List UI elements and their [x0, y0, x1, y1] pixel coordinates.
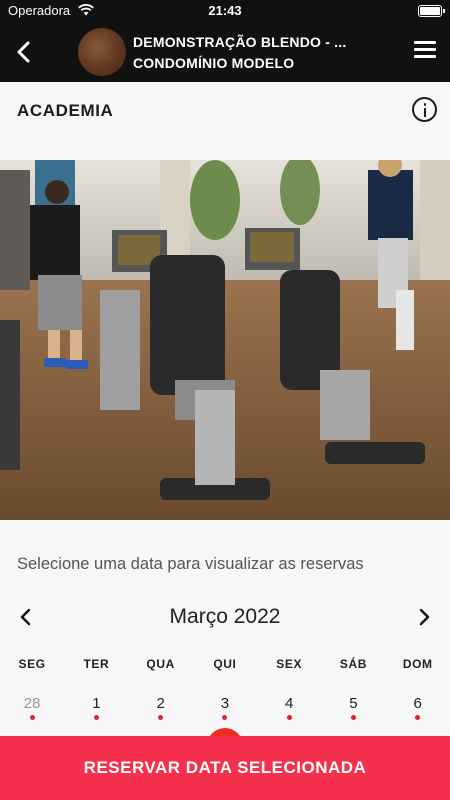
app-header: DEMONSTRAÇÃO BLENDO - ... CONDOMÍNIO MOD…: [0, 22, 450, 82]
month-label: Março 2022: [169, 605, 281, 628]
day-number: 5: [349, 695, 358, 712]
calendar-day[interactable]: 3: [193, 695, 257, 725]
weekday-label: QUI: [213, 657, 237, 671]
page-title: ACADEMIA: [17, 101, 114, 120]
gym-photo: [0, 160, 450, 520]
info-icon[interactable]: [412, 97, 437, 122]
day-number: 1: [92, 695, 101, 712]
weekday-label: DOM: [402, 657, 433, 671]
back-arrow-icon[interactable]: [10, 38, 38, 66]
day-number: 3: [220, 695, 230, 712]
hamburger-menu-icon[interactable]: [414, 41, 436, 63]
day-number: 28: [23, 695, 41, 712]
day-number: 2: [156, 695, 165, 712]
weekday-label: SEX: [276, 657, 303, 671]
reservation-dot: [415, 715, 421, 720]
reservation-dot: [222, 715, 228, 720]
calendar-day[interactable]: 1: [64, 695, 128, 725]
weekday-label: QUA: [146, 657, 175, 671]
header-title: DEMONSTRAÇÃO BLENDO - ...: [133, 34, 347, 50]
weekday-label: TER: [83, 657, 110, 671]
day-number: 6: [413, 695, 422, 712]
calendar-day[interactable]: 2: [129, 695, 193, 725]
clock: 21:43: [208, 3, 242, 18]
calendar-prompt: Selecione uma data para visualizar as re…: [17, 555, 364, 573]
calendar-day[interactable]: 6: [386, 695, 450, 725]
battery-icon: [418, 5, 445, 17]
weekday-label: SEG: [18, 657, 46, 671]
header-subtitle: CONDOMÍNIO MODELO: [133, 55, 295, 71]
calendar-day[interactable]: 4: [257, 695, 321, 725]
month-navigator: Março 2022: [0, 600, 450, 634]
status-bar: Operadora 21:43: [0, 0, 450, 22]
reservation-dot: [29, 715, 35, 720]
reservation-dot: [93, 715, 99, 720]
weekday-header: SEG TER QUA QUI SEX SÁB DOM: [0, 657, 450, 671]
reservation-dot: [158, 715, 164, 720]
reserve-date-button[interactable]: RESERVAR DATA SELECIONADA: [0, 736, 450, 800]
condominium-avatar: [78, 28, 126, 76]
reservation-dot: [350, 715, 356, 720]
day-number: 4: [285, 695, 294, 712]
reservation-dot: [286, 715, 292, 720]
calendar-day[interactable]: 28: [0, 695, 64, 725]
chevron-right-icon[interactable]: [416, 608, 432, 626]
weekday-label: SÁB: [339, 657, 368, 671]
calendar-day[interactable]: 5: [321, 695, 385, 725]
calendar-week-row: 28 1 2 3 4 5 6: [0, 695, 450, 725]
